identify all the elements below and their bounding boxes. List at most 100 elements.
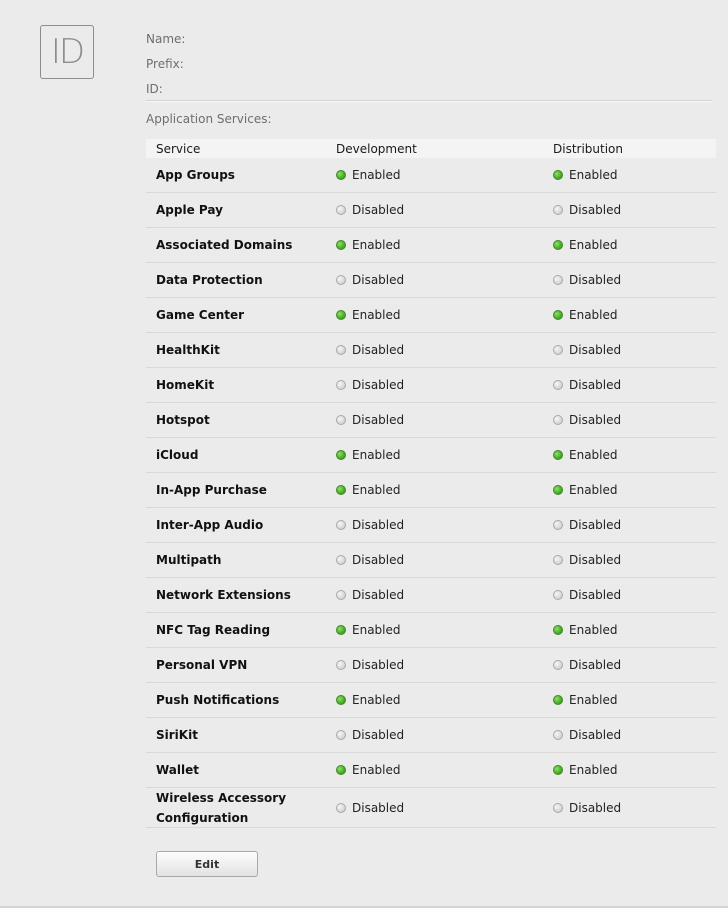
service-row: Associated Domains Enabled Enabled (146, 228, 716, 263)
status-disabled-icon (336, 660, 346, 670)
status-enabled-icon (336, 450, 346, 460)
development-status-label: Disabled (352, 658, 405, 672)
distribution-status: Disabled (553, 658, 716, 672)
service-row: NFC Tag Reading Enabled Enabled (146, 613, 716, 648)
service-row: Apple Pay Disabled Disabled (146, 193, 716, 228)
identifier-fields: Name: Prefix: ID: (146, 26, 712, 101)
status-disabled-icon (336, 802, 346, 813)
status-enabled-icon (336, 695, 346, 705)
distribution-status-label: Disabled (569, 343, 622, 357)
service-name: Wireless Accessory Configuration (156, 790, 287, 825)
service-row: Hotspot Disabled Disabled (146, 403, 716, 438)
status-disabled-icon (553, 660, 563, 670)
distribution-status: Disabled (553, 273, 716, 287)
status-enabled-icon (553, 765, 563, 775)
service-row: Wireless Accessory Configuration Disabled… (146, 788, 716, 828)
service-name: App Groups (156, 168, 235, 182)
status-disabled-icon (336, 415, 346, 425)
prefix-field: Prefix: (146, 51, 712, 76)
development-status-label: Enabled (352, 308, 401, 322)
distribution-status-label: Disabled (569, 800, 622, 815)
service-name: iCloud (156, 448, 199, 462)
distribution-status-label: Enabled (569, 763, 618, 777)
distribution-status: Disabled (553, 203, 716, 217)
development-status-label: Enabled (352, 693, 401, 707)
status-disabled-icon (336, 520, 346, 530)
distribution-status-label: Disabled (569, 553, 622, 567)
development-column-header: Development (336, 141, 417, 156)
distribution-status: Enabled (553, 238, 716, 252)
name-label: Name: (146, 31, 186, 46)
service-row: HomeKit Disabled Disabled (146, 368, 716, 403)
distribution-status-label: Enabled (569, 623, 618, 637)
service-row: Multipath Disabled Disabled (146, 543, 716, 578)
distribution-status: Enabled (553, 168, 716, 182)
service-name: NFC Tag Reading (156, 623, 271, 637)
development-status-label: Disabled (352, 343, 405, 357)
service-name: SiriKit (156, 728, 198, 742)
distribution-status: Disabled (553, 343, 716, 357)
service-row: App Groups Enabled Enabled (146, 158, 716, 193)
service-row: In-App Purchase Enabled Enabled (146, 473, 716, 508)
development-status: Disabled (336, 518, 553, 532)
service-row: Game Center Enabled Enabled (146, 298, 716, 333)
distribution-status: Enabled (553, 693, 716, 707)
development-status: Disabled (336, 203, 553, 217)
distribution-status: Disabled (553, 588, 716, 602)
service-name: Multipath (156, 553, 222, 567)
application-services-title: Application Services: (146, 112, 272, 126)
distribution-status: Enabled (553, 763, 716, 777)
service-row: Network Extensions Disabled Disabled (146, 578, 716, 613)
service-name: Associated Domains (156, 238, 293, 252)
distribution-status-label: Disabled (569, 273, 622, 287)
service-name: Data Protection (156, 273, 263, 287)
status-enabled-icon (336, 485, 346, 495)
status-disabled-icon (553, 802, 563, 813)
distribution-status: Disabled (553, 728, 716, 742)
id-field: ID: (146, 76, 712, 101)
distribution-status: Disabled (553, 518, 716, 532)
status-disabled-icon (553, 415, 563, 425)
development-status: Disabled (336, 728, 553, 742)
development-status-label: Disabled (352, 800, 405, 815)
status-disabled-icon (336, 730, 346, 740)
development-status: Enabled (336, 308, 553, 322)
service-row: iCloud Enabled Enabled (146, 438, 716, 473)
services-table-body: App Groups Enabled Enabled Apple Pay Disable… (146, 158, 716, 828)
status-disabled-icon (553, 555, 563, 565)
service-name: Personal VPN (156, 658, 248, 672)
distribution-status-label: Disabled (569, 728, 622, 742)
service-name: Wallet (156, 763, 200, 777)
distribution-status: Disabled (553, 413, 716, 427)
development-status-label: Enabled (352, 623, 401, 637)
development-status: Enabled (336, 483, 553, 497)
service-name: Apple Pay (156, 203, 223, 217)
status-disabled-icon (336, 555, 346, 565)
status-disabled-icon (553, 275, 563, 285)
status-enabled-icon (336, 240, 346, 250)
service-name: Inter-App Audio (156, 518, 264, 532)
service-row: SiriKit Disabled Disabled (146, 718, 716, 753)
service-name: Hotspot (156, 413, 210, 427)
status-enabled-icon (336, 625, 346, 635)
service-name: HomeKit (156, 378, 215, 392)
status-enabled-icon (553, 625, 563, 635)
status-enabled-icon (553, 170, 563, 180)
distribution-status: Disabled (553, 801, 716, 815)
development-status: Enabled (336, 763, 553, 777)
status-enabled-icon (553, 485, 563, 495)
status-disabled-icon (553, 380, 563, 390)
status-enabled-icon (336, 310, 346, 320)
development-status-label: Disabled (352, 553, 405, 567)
name-field: Name: (146, 26, 712, 51)
development-status: Enabled (336, 238, 553, 252)
status-disabled-icon (553, 345, 563, 355)
app-id-detail-page: ID Name: Prefix: ID: Application Service… (0, 0, 728, 908)
development-status: Enabled (336, 693, 553, 707)
development-status: Enabled (336, 623, 553, 637)
distribution-status: Enabled (553, 308, 716, 322)
status-disabled-icon (553, 205, 563, 215)
edit-button[interactable]: Edit (156, 851, 258, 877)
app-id-icon: ID (40, 25, 94, 79)
section-divider (146, 100, 712, 101)
